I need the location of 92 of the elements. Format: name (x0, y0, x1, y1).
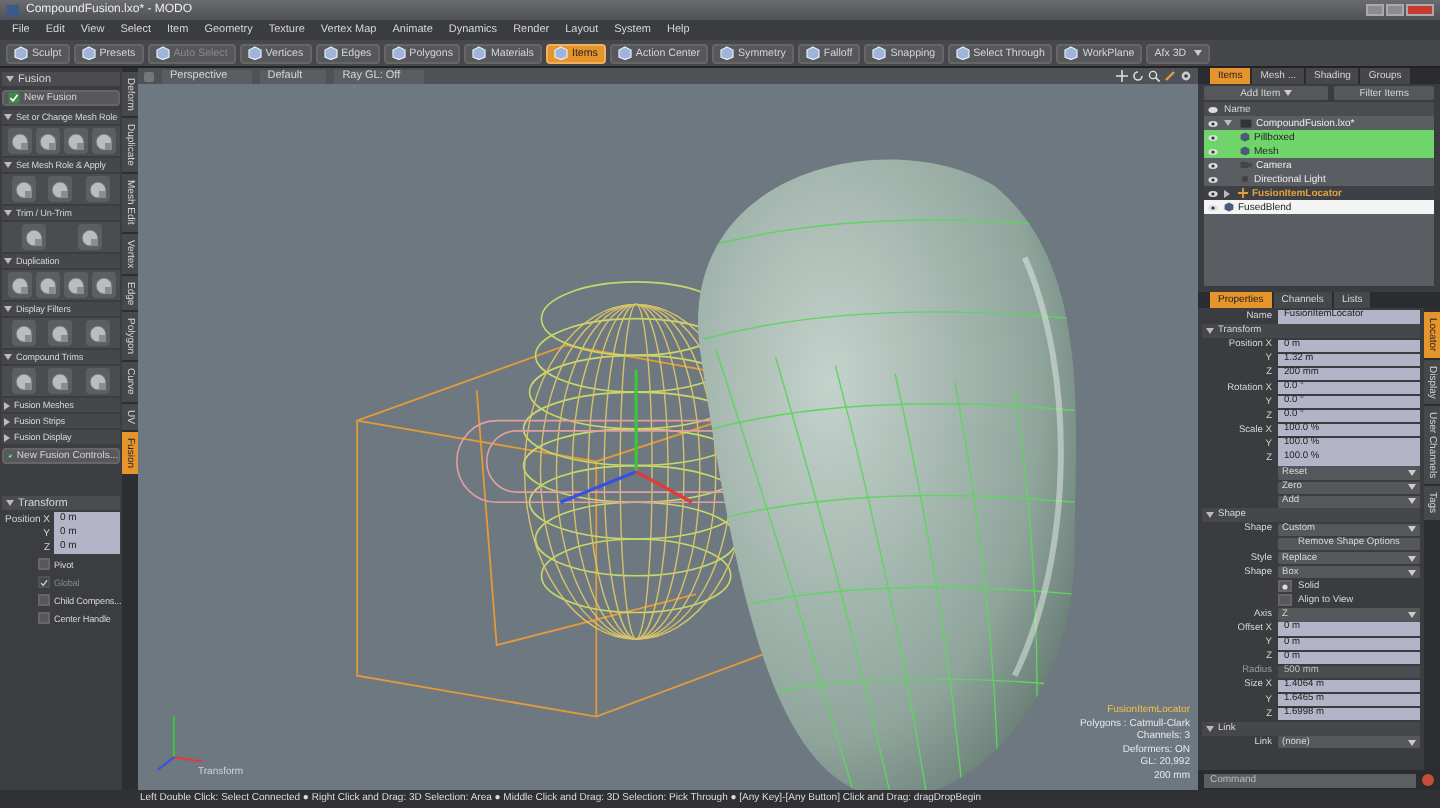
search-icon (1148, 70, 1160, 82)
eye-icon (1208, 175, 1218, 183)
sphere-icon (50, 323, 71, 343)
tool-button[interactable] (91, 272, 115, 298)
tool-button[interactable] (63, 272, 87, 298)
tool-button[interactable] (86, 320, 111, 346)
expanded-arrow-icon[interactable] (4, 306, 12, 312)
tool-button[interactable] (11, 368, 36, 394)
cube-icon (955, 46, 970, 60)
expanded-arrow-icon[interactable] (4, 354, 12, 360)
cube-icon (14, 46, 28, 60)
sphere-icon (79, 227, 99, 247)
sphere-icon (93, 131, 113, 151)
tool-button[interactable] (63, 128, 87, 154)
tool-button[interactable] (11, 176, 36, 202)
tool-button[interactable] (21, 224, 45, 250)
cube-icon (872, 46, 887, 60)
sphere-icon (50, 179, 71, 199)
cube-icon (247, 46, 262, 60)
tool-button[interactable] (86, 176, 111, 202)
cube-icon (617, 46, 632, 60)
cube-icon (1064, 46, 1079, 60)
checkbox[interactable] (1278, 580, 1292, 593)
sphere-icon (88, 179, 109, 199)
sphere-icon (88, 323, 109, 343)
expanded-arrow-icon[interactable] (4, 258, 12, 264)
expanded-arrow-icon[interactable] (6, 500, 14, 506)
sphere-icon (88, 371, 109, 391)
tool-button[interactable] (86, 368, 111, 394)
eye-icon (1208, 119, 1218, 127)
cube-icon (81, 46, 96, 60)
camera-icon (1240, 160, 1252, 170)
cube-icon (553, 46, 568, 60)
sphere-icon (23, 227, 43, 247)
eye-icon (1208, 161, 1218, 169)
sphere-icon (37, 275, 57, 295)
expanded-arrow-icon[interactable] (4, 162, 12, 168)
sphere-icon (37, 131, 57, 151)
expanded-arrow-icon[interactable] (1206, 512, 1214, 519)
sphere-icon (65, 275, 85, 295)
tool-button[interactable] (11, 320, 36, 346)
tool-button[interactable] (48, 320, 73, 346)
stop-button[interactable] (1422, 774, 1434, 786)
expanded-arrow-icon[interactable] (1206, 725, 1214, 732)
tool-button[interactable] (35, 272, 59, 298)
tool-button[interactable] (7, 128, 31, 154)
sphere-icon (9, 131, 29, 151)
cube-icon (391, 46, 406, 60)
gear-icon (1180, 70, 1192, 82)
cube-icon (323, 46, 338, 60)
check-icon (8, 92, 20, 104)
cube-icon (472, 46, 487, 60)
caret-icon (1408, 739, 1416, 746)
checkbox[interactable] (38, 558, 50, 570)
app-icon (6, 3, 20, 17)
checkbox[interactable] (38, 612, 50, 624)
tool-button[interactable] (48, 176, 73, 202)
eye-icon (1208, 189, 1218, 197)
eye-icon (1208, 105, 1218, 113)
tool-button[interactable] (7, 272, 31, 298)
expanded-arrow-icon[interactable] (1206, 328, 1214, 335)
cube-icon (155, 46, 170, 60)
sphere-icon (9, 275, 29, 295)
expanded-arrow-icon[interactable] (4, 114, 12, 120)
sphere-icon (50, 371, 71, 391)
rotate-icon (1132, 70, 1144, 82)
expanded-arrow-icon[interactable] (4, 210, 12, 216)
pencil-icon (1164, 70, 1176, 82)
checkbox[interactable] (1278, 594, 1292, 607)
cube-icon (805, 46, 820, 60)
locator-icon (1238, 188, 1248, 198)
eye-icon (1208, 203, 1218, 211)
eye-icon (1208, 147, 1218, 155)
sphere-icon (13, 179, 34, 199)
eye-icon (1208, 133, 1218, 141)
sphere-icon (93, 275, 113, 295)
tool-button[interactable] (48, 368, 73, 394)
expanded-arrow-icon[interactable] (6, 76, 14, 82)
tool-button[interactable] (91, 128, 115, 154)
caret-icon (1194, 50, 1203, 56)
checkbox[interactable] (38, 594, 50, 606)
tool-button[interactable] (77, 224, 101, 250)
caret-icon (1408, 526, 1416, 533)
caret-icon (1284, 90, 1293, 96)
tool-button[interactable] (35, 128, 59, 154)
sphere-icon (13, 371, 34, 391)
cube-icon (720, 46, 735, 60)
dot-icon (1282, 583, 1288, 590)
sphere-icon (65, 131, 85, 151)
checkmark-icon (40, 577, 48, 587)
sphere-icon (13, 323, 34, 343)
move-icon (1116, 70, 1128, 82)
